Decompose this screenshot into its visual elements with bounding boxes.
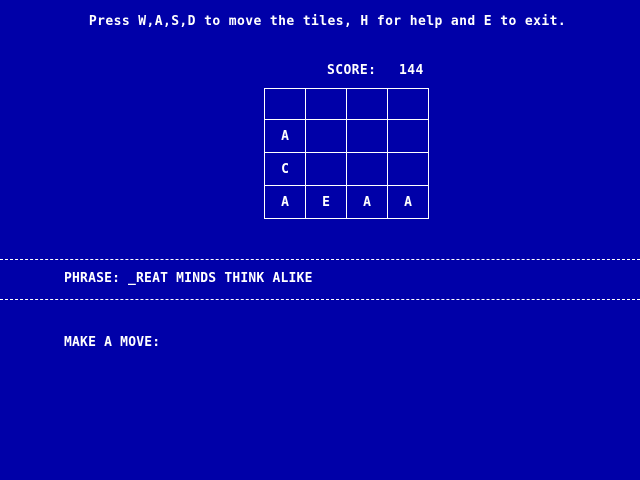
divider-bottom (0, 299, 640, 300)
move-prompt[interactable]: MAKE A MOVE: (64, 335, 160, 350)
score-label: SCORE: (327, 63, 377, 78)
grid-row: C (264, 152, 429, 186)
tile-cell (305, 152, 347, 186)
instructions-text: Press W,A,S,D to move the tiles, H for h… (88, 14, 567, 29)
tile-cell: A (346, 185, 388, 219)
divider-top (0, 259, 640, 260)
tile-cell: A (387, 185, 429, 219)
grid-row (264, 88, 429, 120)
tile-cell (387, 152, 429, 186)
tile-cell: E (305, 185, 347, 219)
score-value: 144 (399, 63, 424, 78)
grid-row: A E A A (264, 185, 429, 219)
tile-cell (346, 119, 388, 153)
phrase-value: _REAT MINDS THINK ALIKE (128, 271, 313, 286)
tile-cell: C (264, 152, 306, 186)
tile-cell (346, 88, 388, 120)
game-screen: Press W,A,S,D to move the tiles, H for h… (0, 0, 640, 480)
tile-cell (305, 119, 347, 153)
tile-cell: A (264, 119, 306, 153)
tile-cell (346, 152, 388, 186)
tile-cell (387, 88, 429, 120)
tile-grid: A C A E A A (264, 88, 429, 219)
grid-row: A (264, 119, 429, 153)
tile-cell: A (264, 185, 306, 219)
tile-cell (264, 88, 306, 120)
tile-cell (387, 119, 429, 153)
phrase-label: PHRASE: (64, 271, 121, 286)
tile-cell (305, 88, 347, 120)
